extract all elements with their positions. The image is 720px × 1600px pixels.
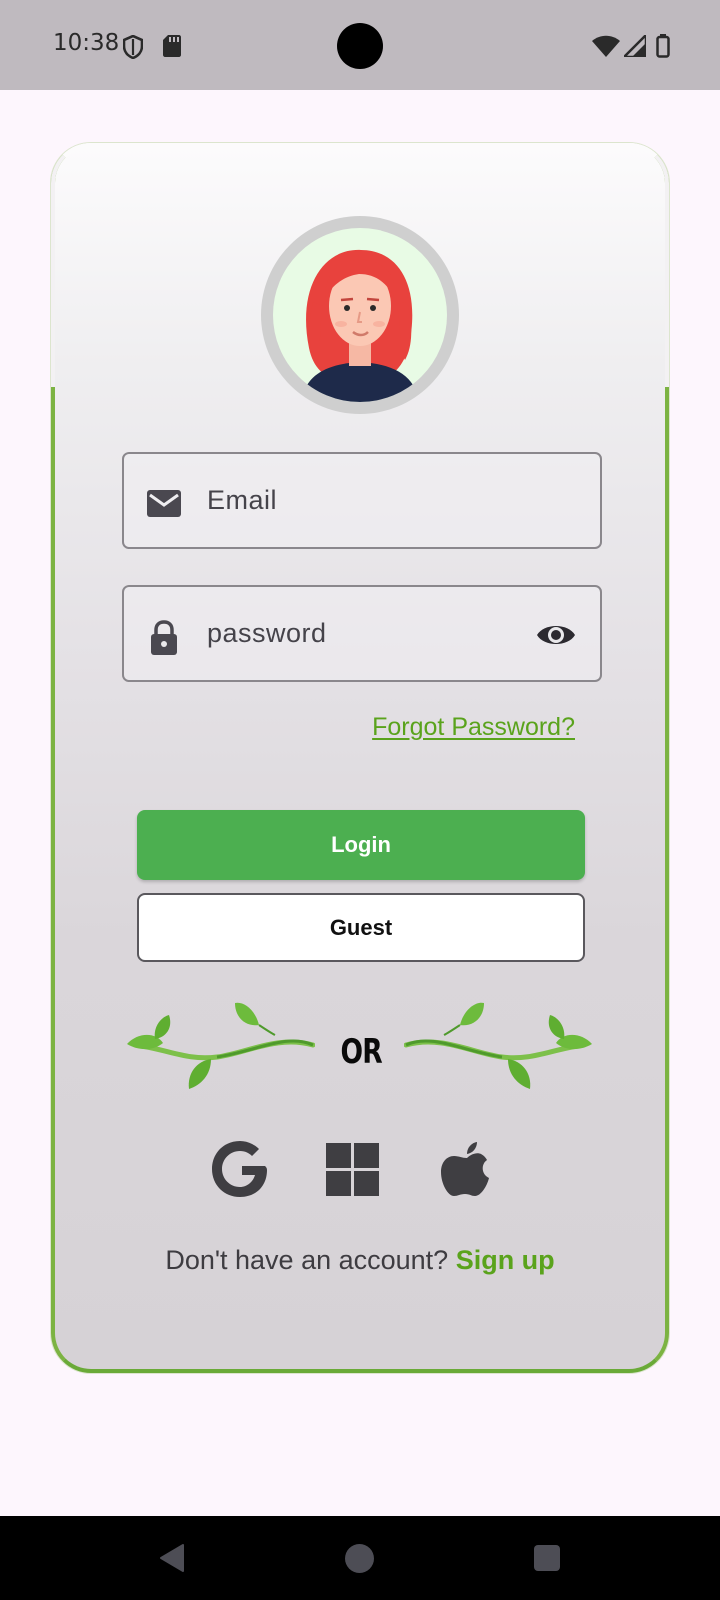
eye-icon[interactable] [536, 617, 576, 653]
shield-icon [123, 35, 143, 59]
password-field[interactable] [122, 585, 602, 682]
google-icon[interactable] [211, 1140, 271, 1200]
wifi-icon [592, 35, 620, 57]
apple-icon[interactable] [437, 1140, 497, 1200]
windows-icon[interactable] [323, 1140, 383, 1200]
mail-icon [147, 490, 181, 517]
email-field[interactable] [122, 452, 602, 549]
avatar-woman-icon [273, 228, 447, 402]
guest-button[interactable]: Guest [137, 893, 585, 962]
home-icon[interactable] [345, 1544, 374, 1573]
vine-left-icon [127, 1002, 315, 1089]
or-divider-label: OR [340, 1032, 383, 1072]
back-icon[interactable] [159, 1543, 185, 1573]
signup-link[interactable]: Sign up [456, 1245, 555, 1275]
sd-card-icon [163, 35, 181, 57]
avatar [261, 216, 459, 414]
vine-right-icon [404, 1002, 592, 1089]
recents-icon[interactable] [534, 1545, 560, 1571]
no-account-text: Don't have an account? [165, 1245, 456, 1275]
status-bar: 10:38 [0, 0, 720, 90]
signal-icon [624, 35, 646, 57]
lock-icon [151, 620, 177, 655]
forgot-password-link[interactable]: Forgot Password? [351, 713, 575, 742]
email-input[interactable] [207, 480, 527, 520]
password-input[interactable] [207, 613, 527, 653]
camera-cutout [337, 23, 383, 69]
battery-icon [656, 34, 670, 58]
navigation-bar [0, 1516, 720, 1600]
status-time: 10:38 [53, 30, 120, 56]
login-button[interactable]: Login [137, 810, 585, 880]
signup-prompt: Don't have an account? Sign up [55, 1245, 665, 1276]
login-card: Forgot Password? Login Guest OR Don't ha… [51, 143, 669, 1373]
